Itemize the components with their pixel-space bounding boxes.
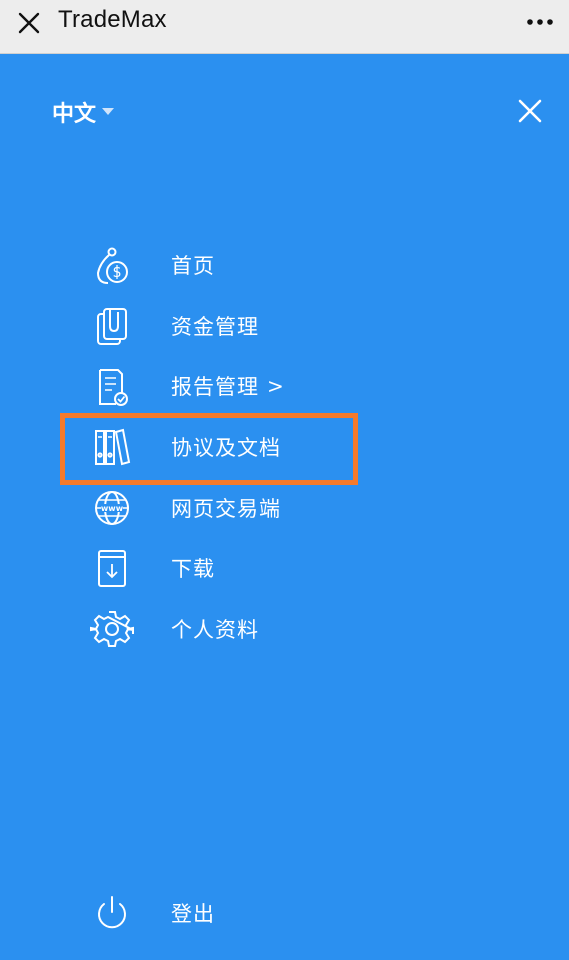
title-bar: TradeMax	[0, 0, 569, 54]
menu-item-web-trader[interactable]: www 网页交易端	[90, 481, 390, 535]
close-icon[interactable]	[515, 96, 545, 126]
menu-item-reports[interactable]: 报告管理 >	[90, 359, 390, 413]
menu-item-label: 下载	[171, 557, 215, 581]
clipboard-icon	[90, 304, 134, 348]
binders-icon	[90, 425, 134, 469]
report-check-icon	[90, 364, 134, 408]
submenu-arrow: >	[267, 374, 284, 398]
menu-item-label: 协议及文档	[171, 436, 281, 460]
logout-label: 登出	[171, 902, 215, 926]
menu-item-agreements[interactable]: 协议及文档	[90, 420, 390, 474]
logout-button[interactable]: 登出	[90, 886, 390, 940]
svg-text:www: www	[101, 504, 124, 513]
menu-item-label: 资金管理	[171, 315, 259, 339]
menu-item-home[interactable]: S 首页	[90, 238, 390, 292]
gear-icon	[90, 607, 134, 651]
language-selector[interactable]: 中文	[52, 96, 115, 128]
menu-item-label: 网页交易端	[171, 497, 281, 521]
download-box-icon	[90, 546, 134, 590]
side-menu-panel: 中文 S 首页 资金管理 报告管理 > 协议及文档 www 网页交易端 下载 个…	[0, 54, 569, 960]
menu-item-label: 首页	[171, 254, 215, 278]
power-icon	[90, 891, 134, 935]
money-bag-icon: S	[90, 243, 134, 287]
more-dots-icon[interactable]	[525, 10, 555, 34]
language-label: 中文	[52, 102, 97, 127]
caret-down-icon	[102, 108, 115, 116]
menu-item-label: 个人资料	[171, 618, 259, 642]
close-icon[interactable]	[14, 8, 44, 38]
menu-item-profile[interactable]: 个人资料	[90, 602, 390, 656]
menu-item-label: 报告管理	[171, 375, 259, 399]
globe-www-icon: www	[90, 486, 134, 530]
menu-item-download[interactable]: 下载	[90, 541, 390, 595]
menu-item-funds[interactable]: 资金管理	[90, 299, 390, 353]
window-title: TradeMax	[58, 6, 167, 33]
